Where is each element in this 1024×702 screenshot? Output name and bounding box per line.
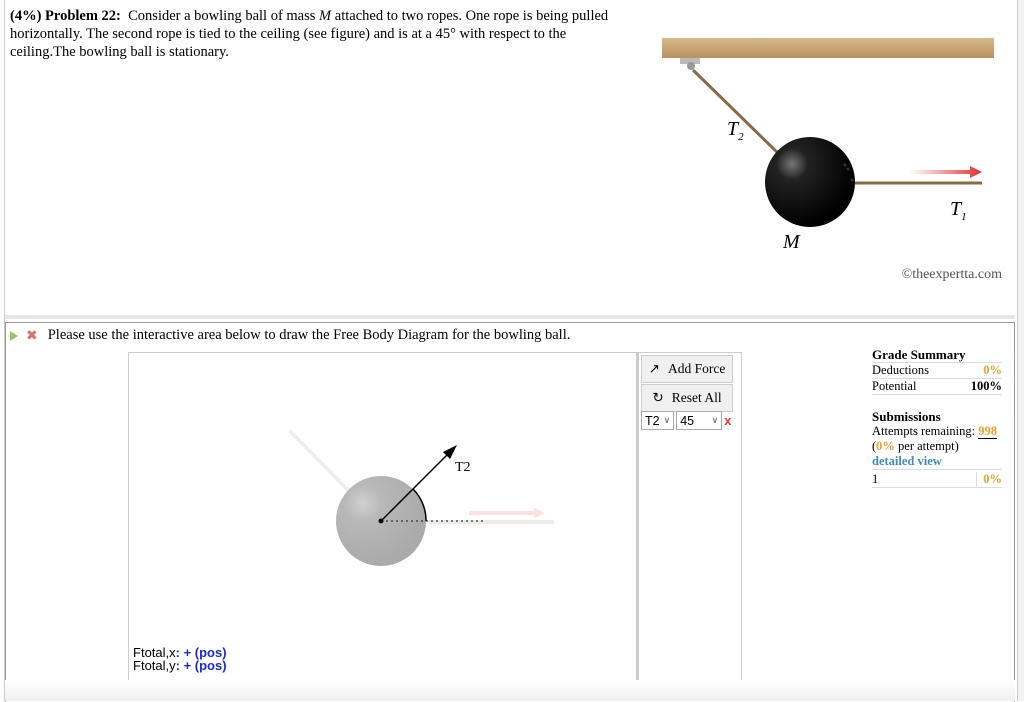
delete-force-button[interactable]: x (724, 413, 731, 428)
attempts-remaining: Attempts remaining: 998 (872, 424, 997, 439)
origin-dot (378, 518, 384, 524)
submissions-title: Submissions (872, 409, 941, 424)
force-select[interactable]: T2 ∨ (641, 411, 675, 430)
label-t1-fig: T1 (950, 198, 967, 223)
deductions-row: Deductions 0% (872, 363, 1002, 379)
faded-t1-arrow (469, 508, 545, 518)
incorrect-icon: ✖ (26, 327, 38, 344)
scrollbar[interactable] (1017, 0, 1024, 701)
fbd-toolbar: ↗ Add Force ↻ Reset All T2 ∨ 45 ∨ x (636, 352, 742, 693)
t1-arrow (910, 166, 982, 178)
ceiling (662, 38, 994, 58)
potential-row: Potential 100% (872, 379, 1002, 395)
label-mass-fig: M (782, 231, 801, 253)
part-prompt: ✖ Please use the interactive area below … (10, 327, 570, 344)
arrow-icon: ↗ (648, 361, 660, 376)
problem-text-1: Consider a bowling ball of mass (128, 8, 316, 24)
problem-figure: T2 T1 M (662, 38, 994, 253)
reset-all-label: Reset All (671, 390, 722, 405)
fbd-drawing: T2 (288, 429, 554, 566)
submission-history-row: 1 0% (872, 469, 1002, 488)
grade-summary-title: Grade Summary (872, 347, 1002, 363)
chevron-down-icon: ∨ (663, 415, 671, 425)
play-icon[interactable] (10, 330, 18, 341)
chevron-down-icon: ∨ (711, 415, 719, 425)
faded-rope-t2 (288, 429, 351, 493)
angle-select[interactable]: 45 ∨ (676, 411, 723, 430)
ftotal-y: Ftotal,y: + (pos) (133, 658, 227, 673)
detailed-view-link[interactable]: detailed view (872, 454, 1002, 469)
reset-icon: ↻ (652, 390, 664, 405)
fbd-canvas[interactable]: T2 (128, 352, 638, 693)
prompt-text: Please use the interactive area below to… (47, 327, 571, 343)
force-row: T2 ∨ 45 ∨ x (641, 411, 731, 430)
problem-label: Problem 22: (45, 8, 121, 24)
bowling-ball (765, 137, 855, 227)
force-totals: Ftotal,x: + (pos) Ftotal,y: + (pos) (133, 646, 227, 672)
label-t2-fig: T2 (727, 118, 744, 143)
add-force-button[interactable]: ↗ Add Force (641, 355, 733, 383)
grade-summary: Grade Summary Deductions 0% Potential 100%… (872, 347, 1002, 488)
per-attempt: (0% per attempt) (872, 439, 959, 453)
mass-symbol: M (319, 8, 332, 24)
rope-t2 (691, 68, 784, 159)
problem-weight: (4%) (10, 8, 42, 24)
copyright: ©theexpertta.com (901, 267, 1002, 282)
separator (5, 315, 1015, 319)
reset-all-button[interactable]: ↻ Reset All (641, 384, 733, 412)
add-force-label: Add Force (667, 361, 726, 376)
problem-statement: (4%) Problem 22: Consider a bowling ball… (10, 7, 635, 61)
force-label: T2 (455, 460, 471, 475)
